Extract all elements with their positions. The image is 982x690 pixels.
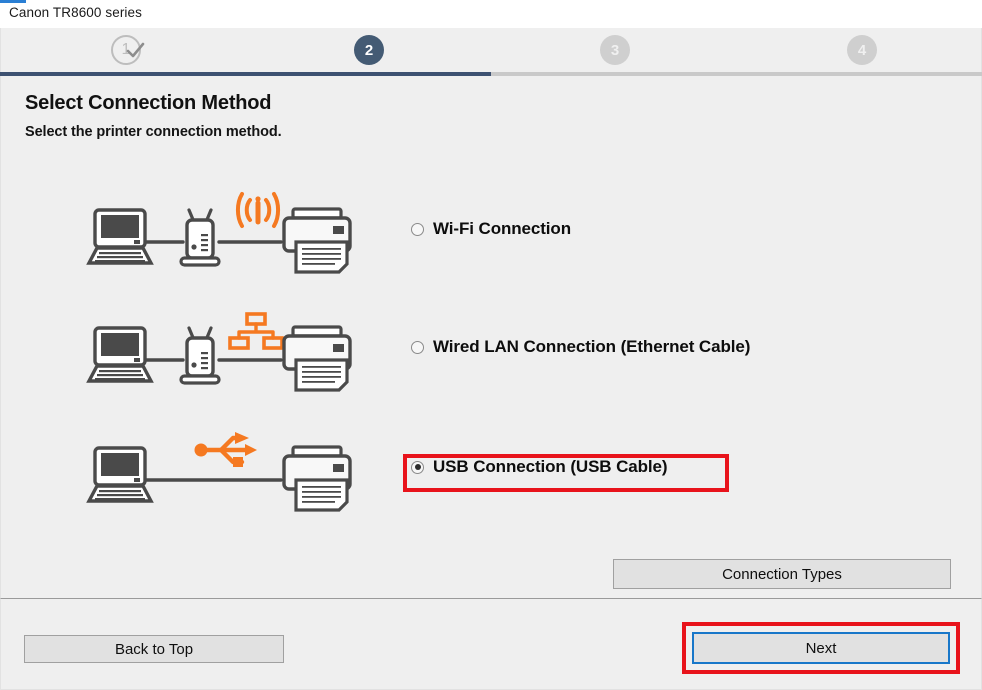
step-4-circle: 4 (847, 35, 877, 65)
radio-usb[interactable] (411, 460, 424, 474)
option-usb[interactable]: USB Connection (USB Cable) (406, 454, 673, 481)
laptop-icon (86, 446, 154, 503)
router-icon (179, 326, 221, 385)
printer-icon (282, 325, 352, 392)
step-3-circle: 3 (600, 35, 630, 65)
option-wired-lan[interactable]: Wired LAN Connection (Ethernet Cable) (406, 334, 756, 361)
page-subtitle: Select the printer connection method. (25, 124, 282, 140)
window-titlebar: Canon TR8600 series (0, 0, 982, 28)
printer-icon (282, 207, 352, 274)
canon-setup-window: Canon TR8600 series 1 2 3 4 Select Conne… (0, 0, 982, 690)
option-usb-label: USB Connection (USB Cable) (433, 457, 668, 476)
page-title: Select Connection Method (25, 92, 272, 114)
next-button[interactable]: Next (692, 632, 950, 664)
main-content: Select Connection Method Select the prin… (0, 76, 982, 598)
option-row-usb: USB Connection (USB Cable) (1, 428, 982, 518)
printer-icon (282, 445, 352, 512)
titlebar-accent-bar (0, 0, 26, 3)
back-to-top-button[interactable]: Back to Top (24, 635, 284, 663)
usb-icon (194, 432, 257, 467)
option-wired-lan-label: Wired LAN Connection (Ethernet Cable) (433, 337, 751, 356)
network-topology-icon (228, 312, 284, 350)
connection-types-button[interactable]: Connection Types (613, 559, 951, 589)
option-row-wifi: Wi-Fi Connection (1, 190, 982, 280)
step-indicator-4: 4 (847, 35, 877, 65)
laptop-icon (86, 326, 154, 383)
option-wifi-label: Wi-Fi Connection (433, 219, 572, 238)
setup-stepper: 1 2 3 4 (0, 28, 982, 73)
option-wifi[interactable]: Wi-Fi Connection (406, 216, 577, 243)
laptop-icon (86, 208, 154, 265)
check-icon (126, 42, 145, 58)
radio-wired-lan[interactable] (411, 340, 424, 354)
laptop-router-wifi-printer-illustration (86, 192, 352, 274)
step-indicator-1: 1 (111, 35, 145, 65)
wifi-signal-icon (235, 192, 281, 228)
laptop-usb-printer-illustration (86, 432, 352, 512)
window-title: Canon TR8600 series (9, 5, 142, 20)
router-icon (179, 208, 221, 267)
step-2-circle: 2 (354, 35, 384, 65)
radio-wifi[interactable] (411, 222, 424, 236)
step-indicator-3: 3 (600, 35, 630, 65)
option-row-wired-lan: Wired LAN Connection (Ethernet Cable) (1, 308, 982, 398)
step-indicator-2: 2 (354, 35, 384, 65)
laptop-router-lan-printer-illustration (86, 312, 352, 392)
